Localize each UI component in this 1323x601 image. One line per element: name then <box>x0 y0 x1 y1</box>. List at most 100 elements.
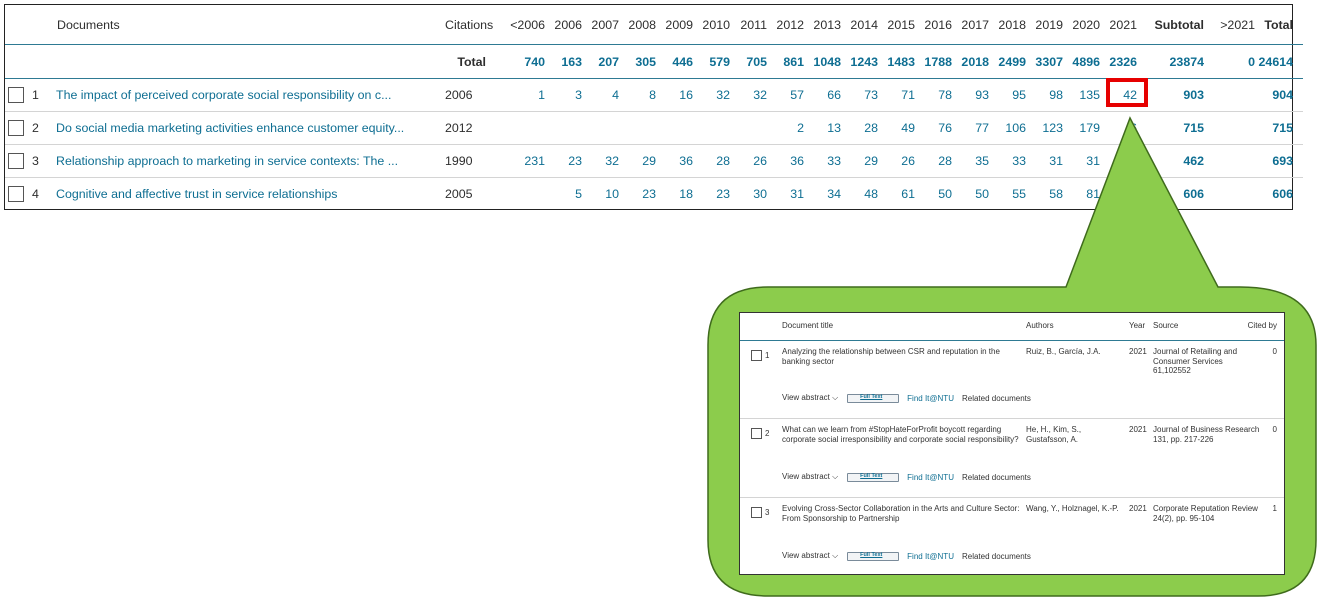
row-subtotal[interactable]: 606 <box>1137 178 1204 211</box>
row-total[interactable]: 715 <box>1255 111 1303 145</box>
citation-count-cell[interactable]: 1 <box>495 78 545 112</box>
result-title-link[interactable]: What can we learn from #StopHateForProfi… <box>782 425 1022 444</box>
citation-count-cell[interactable]: 28 <box>915 144 952 178</box>
total-cell[interactable]: 1483 <box>878 44 915 79</box>
find-it-link[interactable]: Find It@NTU <box>907 394 954 403</box>
row-subtotal[interactable]: 462 <box>1137 144 1204 178</box>
total-cell[interactable]: 3307 <box>1026 44 1063 79</box>
total-cell[interactable]: 579 <box>693 44 730 79</box>
year-header[interactable]: 2011 <box>730 5 767 45</box>
citation-count-cell[interactable]: 73 <box>841 78 878 112</box>
result-cited-by[interactable]: 0 <box>1273 425 1277 434</box>
citation-count-cell[interactable]: 29 <box>619 144 656 178</box>
citation-count-cell[interactable]: 179 <box>1063 111 1100 145</box>
citation-count-cell[interactable]: 135 <box>1063 78 1100 112</box>
citation-count-cell[interactable]: 18 <box>656 178 693 211</box>
row-total[interactable]: 606 <box>1255 178 1303 211</box>
citation-count-cell[interactable]: 57 <box>767 78 804 112</box>
year-header[interactable]: 2021 <box>1100 5 1137 45</box>
total-cell[interactable]: 446 <box>656 44 693 79</box>
citation-count-cell[interactable]: 36 <box>656 144 693 178</box>
total-cell[interactable]: 740 <box>495 44 545 79</box>
full-text-button[interactable]: Full Text <box>847 393 900 403</box>
year-header[interactable]: 2013 <box>804 5 841 45</box>
related-documents-link[interactable]: Related documents <box>962 473 1031 482</box>
citation-count-cell[interactable] <box>582 111 619 145</box>
related-documents-link[interactable]: Related documents <box>962 552 1031 561</box>
citation-count-cell[interactable]: 58 <box>1026 178 1063 211</box>
year-header[interactable]: 2007 <box>582 5 619 45</box>
citation-count-cell[interactable]: 10 <box>582 178 619 211</box>
document-title-link[interactable]: The impact of perceived corporate social… <box>56 88 391 102</box>
total-cell[interactable]: 705 <box>730 44 767 79</box>
year-header[interactable]: 2012 <box>767 5 804 45</box>
totals-subtotal[interactable]: 23874 <box>1137 44 1204 79</box>
cited-by-header[interactable]: Cited by <box>1248 321 1277 330</box>
total-cell[interactable]: 163 <box>545 44 582 79</box>
source-name[interactable]: Journal of Business Research <box>1153 425 1259 434</box>
citation-count-cell[interactable]: 26 <box>878 144 915 178</box>
citation-count-cell[interactable]: 35 <box>952 144 989 178</box>
total-cell[interactable]: 207 <box>582 44 619 79</box>
citation-count-cell[interactable] <box>730 111 767 145</box>
find-it-link[interactable]: Find It@NTU <box>907 473 954 482</box>
total-cell[interactable]: 2326 <box>1100 44 1137 79</box>
citation-count-cell[interactable]: 42 <box>1100 78 1137 112</box>
citation-count-cell[interactable]: 33 <box>989 144 1026 178</box>
total-cell[interactable]: 305 <box>619 44 656 79</box>
year-header[interactable]: 2008 <box>619 5 656 45</box>
year-header[interactable]: 2010 <box>693 5 730 45</box>
year-header[interactable]: 2006 <box>545 5 582 45</box>
citation-count-cell[interactable]: 77 <box>952 111 989 145</box>
citation-count-cell[interactable]: 32 <box>582 144 619 178</box>
year-header[interactable]: 2018 <box>989 5 1026 45</box>
year-header[interactable]: 2009 <box>656 5 693 45</box>
citation-count-cell[interactable] <box>495 178 545 211</box>
result-title-link[interactable]: Analyzing the relationship between CSR a… <box>782 347 1022 366</box>
result-cited-by[interactable]: 1 <box>1273 504 1277 513</box>
citation-count-cell[interactable]: 2 <box>767 111 804 145</box>
citation-count-cell[interactable]: 23 <box>619 178 656 211</box>
citation-count-cell[interactable]: 55 <box>989 178 1026 211</box>
total-cell[interactable]: 2499 <box>989 44 1026 79</box>
citation-count-cell[interactable]: 29 <box>841 144 878 178</box>
citation-count-cell[interactable]: 61 <box>878 178 915 211</box>
year-header[interactable]: 2020 <box>1063 5 1100 45</box>
result-authors[interactable]: Wang, Y., Holznagel, K.-P. <box>1026 504 1124 514</box>
result-checkbox[interactable] <box>751 428 762 439</box>
citation-count-cell[interactable]: 34 <box>804 178 841 211</box>
citation-count-cell[interactable]: 32 <box>730 78 767 112</box>
citation-count-cell[interactable]: 48 <box>841 178 878 211</box>
citation-count-cell[interactable] <box>693 111 730 145</box>
total-cell[interactable]: 1243 <box>841 44 878 79</box>
row-total[interactable]: 693 <box>1255 144 1303 178</box>
citation-count-cell[interactable] <box>1100 144 1137 178</box>
citation-count-cell[interactable] <box>656 111 693 145</box>
row-checkbox[interactable] <box>8 87 24 103</box>
citation-count-cell[interactable]: 33 <box>804 144 841 178</box>
document-title-link[interactable]: Relationship approach to marketing in se… <box>56 154 398 168</box>
year-header[interactable]: 2014 <box>841 5 878 45</box>
citation-count-cell[interactable]: 71 <box>878 78 915 112</box>
total-cell[interactable]: 1788 <box>915 44 952 79</box>
citation-count-cell[interactable]: 5 <box>545 178 582 211</box>
citation-count-cell[interactable]: 32 <box>693 78 730 112</box>
totals-grand-total[interactable]: 24614 <box>1255 44 1303 79</box>
citation-count-cell[interactable]: 3 <box>545 78 582 112</box>
citation-count-cell[interactable]: 23 <box>545 144 582 178</box>
source-name[interactable]: Corporate Reputation Review <box>1153 504 1258 513</box>
year-header[interactable]: <2006 <box>495 5 545 45</box>
citation-count-cell[interactable]: 31 <box>767 178 804 211</box>
total-cell[interactable]: 1048 <box>804 44 841 79</box>
total-cell[interactable]: 4896 <box>1063 44 1100 79</box>
citation-count-cell[interactable]: 50 <box>952 178 989 211</box>
full-text-button[interactable]: Full Text <box>847 472 900 482</box>
row-subtotal[interactable]: 715 <box>1137 111 1204 145</box>
result-title-link[interactable]: Evolving Cross-Sector Collaboration in t… <box>782 504 1022 523</box>
view-abstract-link[interactable]: View abstract ⌵ <box>782 472 838 482</box>
citation-count-cell[interactable]: 30 <box>730 178 767 211</box>
result-checkbox[interactable] <box>751 350 762 361</box>
citation-count-cell[interactable]: 13 <box>804 111 841 145</box>
citation-count-cell[interactable]: 93 <box>952 78 989 112</box>
full-text-button[interactable]: Full Text <box>847 551 900 561</box>
